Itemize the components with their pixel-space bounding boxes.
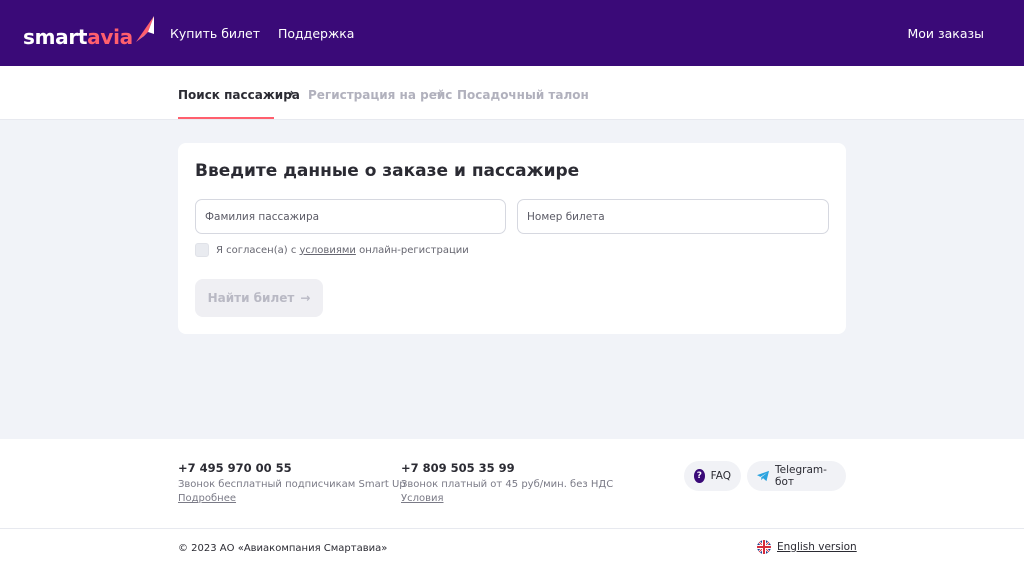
phone-note: Звонок бесплатный подписчикам Smart Up bbox=[178, 479, 406, 490]
find-ticket-label: Найти билет bbox=[207, 291, 295, 305]
faq-button[interactable]: ? FAQ bbox=[684, 461, 741, 491]
step-passenger-search[interactable]: Поиск пассажира bbox=[178, 88, 300, 102]
phone-note: Звонок платный от 45 руб/мин. без НДС bbox=[401, 479, 614, 490]
footer: +7 495 970 00 55 Звонок бесплатный подпи… bbox=[0, 439, 1024, 568]
search-form-card: Введите данные о заказе и пассажире Я со… bbox=[178, 143, 846, 334]
details-link[interactable]: Подробнее bbox=[178, 493, 236, 504]
terms-link[interactable]: условиями bbox=[300, 245, 356, 256]
faq-label: FAQ bbox=[710, 470, 731, 482]
agreement-row: Я согласен(а) с условиями онлайн-регистр… bbox=[195, 243, 469, 257]
phone-number[interactable]: +7 809 505 35 99 bbox=[401, 461, 515, 475]
uk-flag-icon bbox=[757, 540, 771, 554]
telegram-label: Telegram-бот bbox=[775, 464, 827, 488]
logo-mark-icon bbox=[135, 16, 154, 42]
question-icon: ? bbox=[694, 469, 705, 483]
telegram-icon bbox=[757, 470, 770, 482]
language-switch[interactable]: English version bbox=[757, 540, 857, 554]
surname-input[interactable] bbox=[195, 199, 506, 234]
language-label: English version bbox=[777, 541, 857, 553]
main-nav: Купить билет Поддержка bbox=[170, 26, 354, 41]
copyright: © 2023 АО «Авиакомпания Смартавиа» bbox=[178, 543, 388, 554]
active-step-indicator bbox=[178, 117, 274, 119]
footer-divider bbox=[0, 528, 1024, 529]
step-flight-registration: Регистрация на рейс bbox=[308, 88, 453, 102]
arrow-right-icon: → bbox=[300, 291, 311, 305]
form-title: Введите данные о заказе и пассажире bbox=[195, 161, 580, 181]
conditions-link[interactable]: Условия bbox=[401, 493, 444, 504]
phone-number[interactable]: +7 495 970 00 55 bbox=[178, 461, 292, 475]
find-ticket-button[interactable]: Найти билет → bbox=[195, 279, 323, 317]
logo-text: smartavia bbox=[23, 25, 133, 49]
agree-label: Я согласен(а) с условиями онлайн-регистр… bbox=[216, 244, 469, 256]
nav-support[interactable]: Поддержка bbox=[278, 26, 354, 41]
telegram-bot-button[interactable]: Telegram-бот bbox=[747, 461, 846, 491]
top-bar: smartavia Купить билет Поддержка Мои зак… bbox=[0, 0, 1024, 66]
registration-steps: Поиск пассажира → Регистрация на рейс → … bbox=[0, 66, 1024, 120]
ticket-number-input[interactable] bbox=[517, 199, 829, 234]
my-orders-link[interactable]: Мои заказы bbox=[907, 26, 984, 41]
arrow-right-icon: → bbox=[284, 86, 295, 100]
step-boarding-pass: Посадочный талон bbox=[457, 88, 589, 102]
arrow-right-icon: → bbox=[433, 86, 444, 100]
smartavia-logo[interactable]: smartavia bbox=[23, 14, 156, 50]
agree-checkbox[interactable] bbox=[195, 243, 209, 257]
nav-buy-ticket[interactable]: Купить билет bbox=[170, 26, 260, 41]
